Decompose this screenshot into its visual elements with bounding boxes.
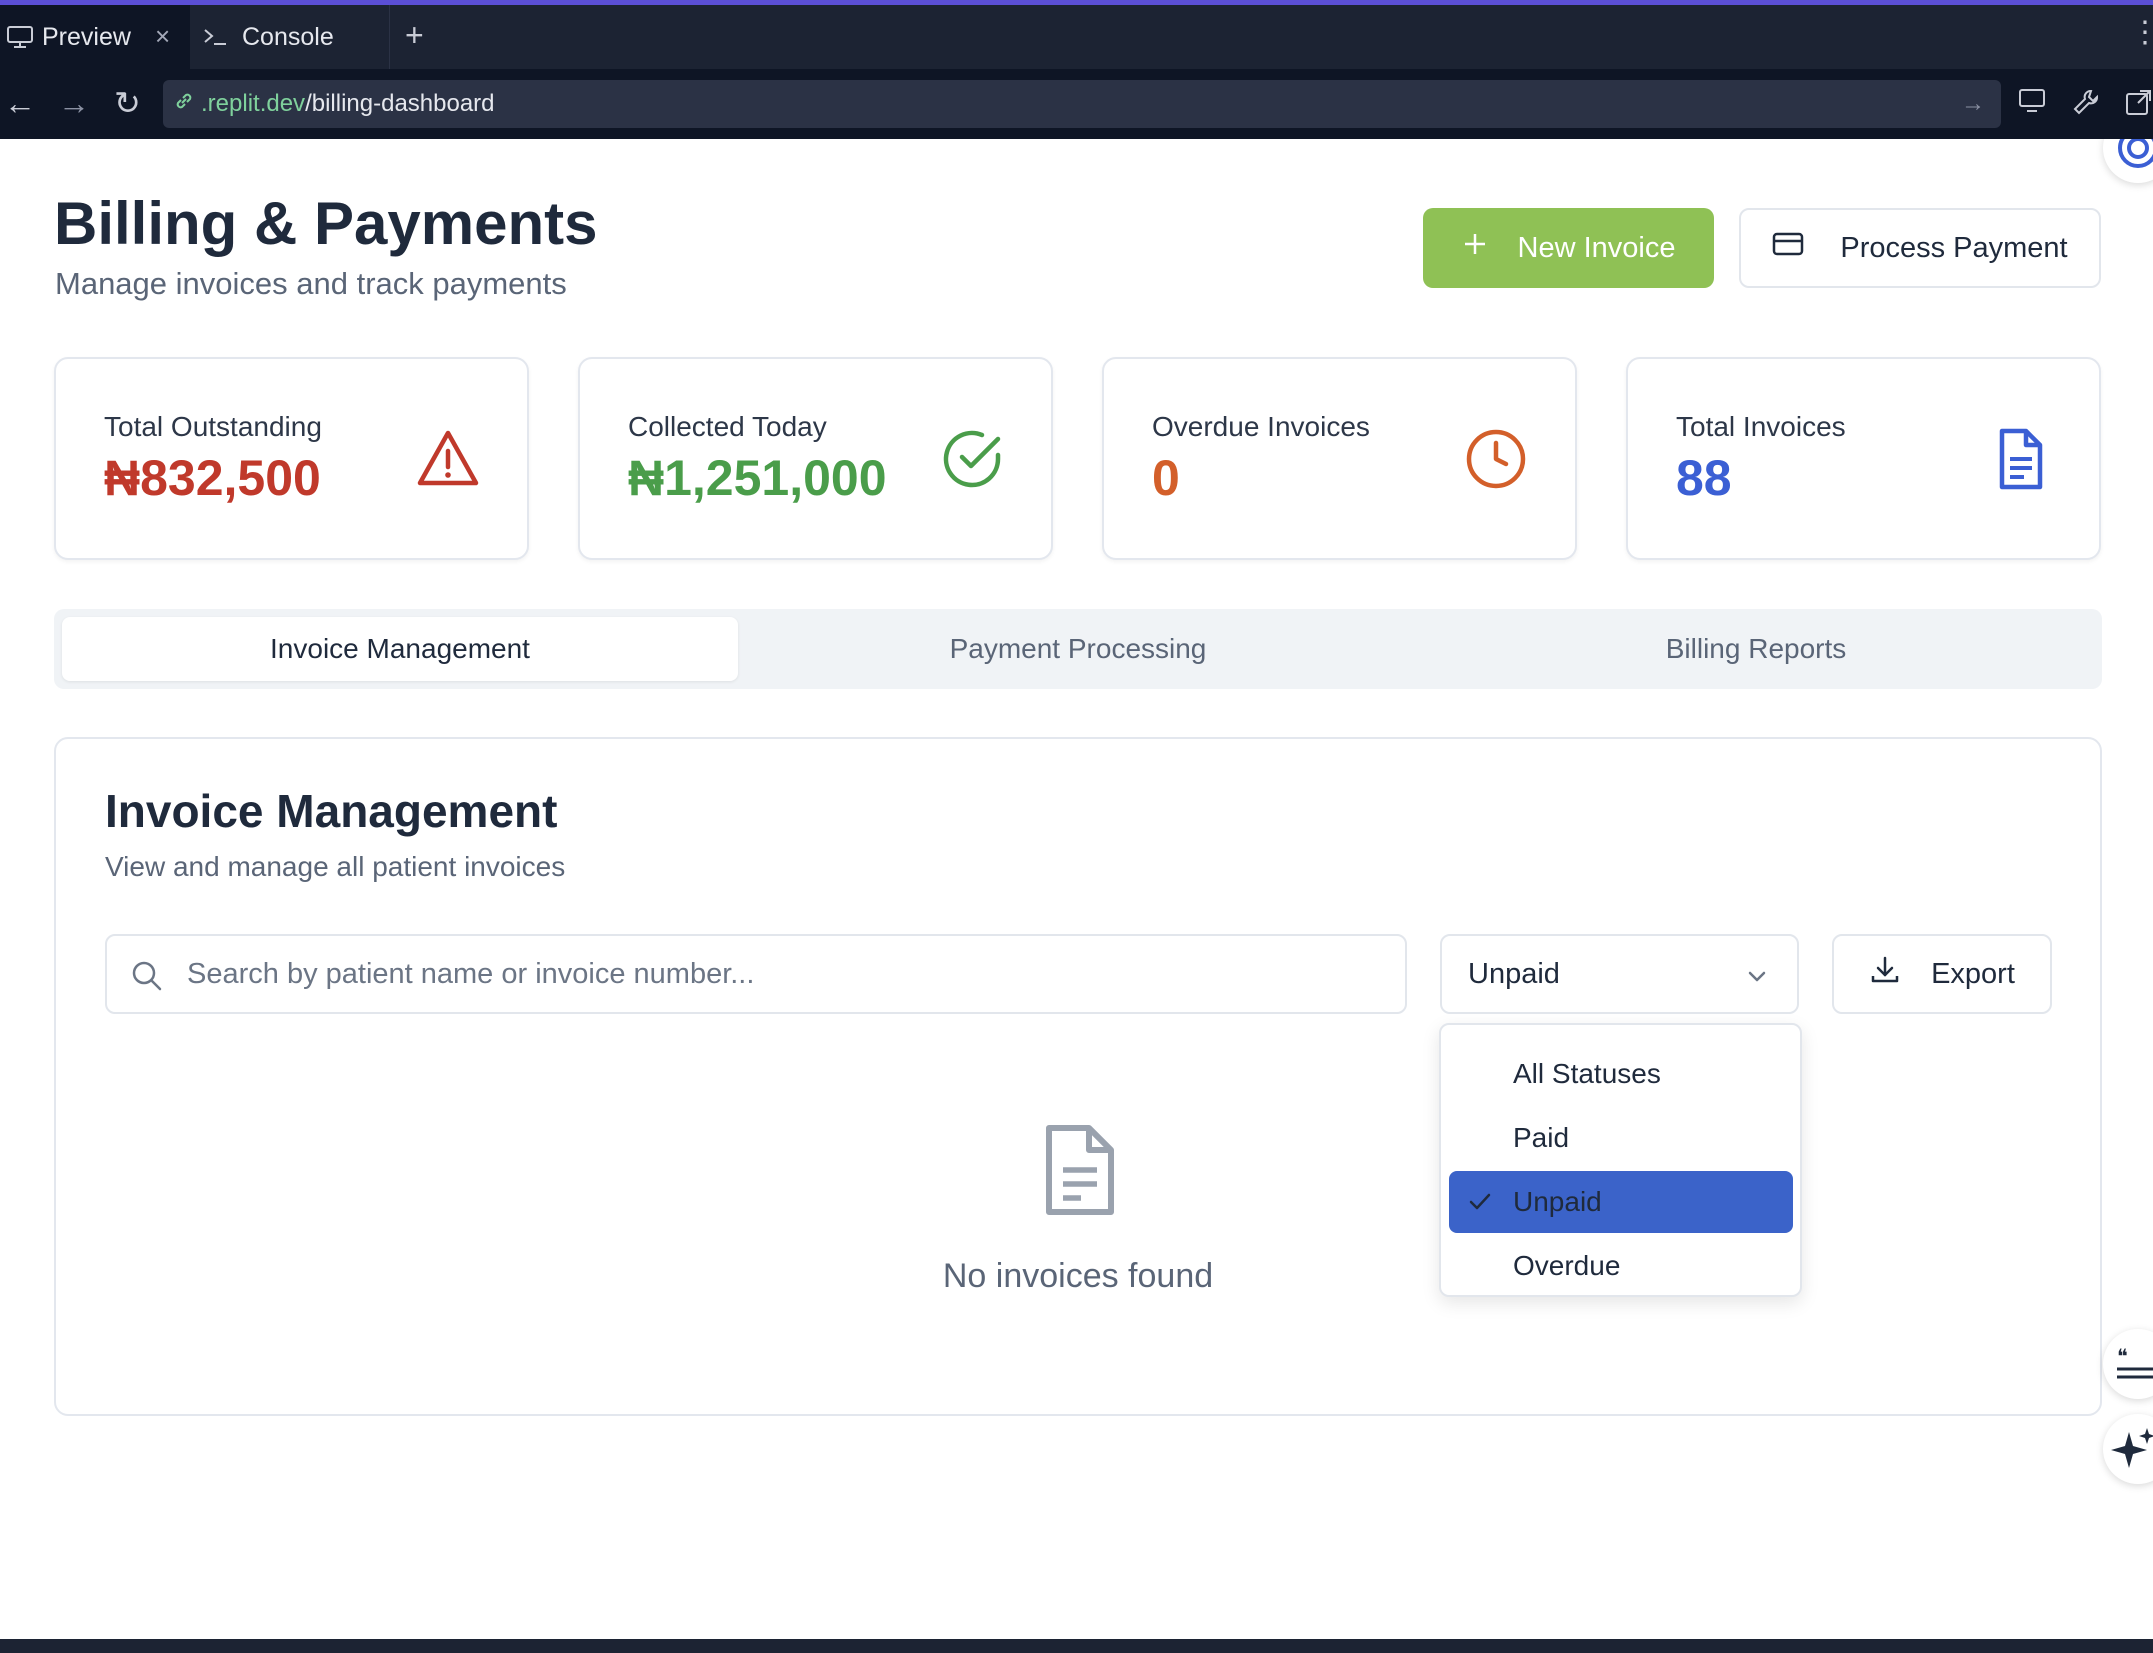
new-invoice-label: New Invoice [1517, 231, 1676, 264]
link-icon [173, 90, 195, 119]
page-title: Billing & Payments [54, 190, 598, 257]
url-path: /billing-dashboard [305, 90, 495, 117]
tab-bar: Preview × Console + ⋮ [0, 5, 2153, 69]
option-label: Paid [1513, 1122, 1570, 1153]
stat-card-total-invoices: Total Invoices 88 [1626, 357, 2101, 560]
stat-card-total-outstanding: Total Outstanding ₦832,500 [54, 357, 529, 560]
back-arrow-icon[interactable]: ← [4, 85, 36, 121]
status-option-overdue[interactable]: Overdue [1449, 1235, 1793, 1297]
empty-document-icon [1039, 1124, 1119, 1221]
tab-billing-reports[interactable]: Billing Reports [1418, 617, 2094, 681]
stat-label: Total Invoices [1676, 411, 1846, 442]
address-bar-row: ← → ↻ .replit.dev /billing-dashboard → [0, 69, 2153, 139]
check-circle-icon [940, 427, 1004, 491]
status-selected-value: Unpaid [1468, 957, 1560, 990]
search-input[interactable]: Search by patient name or invoice number… [105, 934, 1407, 1014]
check-icon [1467, 1189, 1493, 1222]
replit-agent-icon[interactable] [2103, 139, 2153, 183]
panel-subtitle: View and manage all patient invoices [105, 851, 566, 882]
status-dropdown-menu: All Statuses Paid Unpaid Overdue [1439, 1023, 1802, 1297]
stat-value: 0 [1152, 450, 1180, 506]
reload-icon[interactable]: ↻ [114, 85, 141, 121]
chevron-down-icon [1745, 964, 1769, 997]
add-tab-icon[interactable]: + [405, 17, 424, 54]
search-placeholder: Search by patient name or invoice number… [187, 957, 755, 990]
status-option-paid[interactable]: Paid [1449, 1107, 1793, 1169]
plus-icon [1462, 231, 1488, 265]
sparkle-icon[interactable] [2103, 1414, 2153, 1484]
close-tab-icon[interactable]: × [155, 21, 170, 52]
stat-label: Collected Today [628, 411, 827, 442]
window-bottom-bar [0, 1639, 2153, 1653]
process-payment-label: Process Payment [1840, 231, 2068, 264]
new-invoice-button[interactable]: New Invoice [1423, 208, 1714, 288]
option-label: Overdue [1513, 1250, 1621, 1281]
panel-title: Invoice Management [105, 785, 558, 837]
section-tabs: Invoice Management Payment Processing Bi… [54, 609, 2102, 689]
billing-page: Billing & Payments Manage invoices and t… [0, 139, 2153, 1639]
go-arrow-icon[interactable]: → [1961, 90, 1985, 118]
search-icon [131, 960, 163, 1000]
url-field[interactable]: .replit.dev /billing-dashboard → [163, 80, 2001, 128]
option-label: All Statuses [1513, 1058, 1661, 1089]
process-payment-button[interactable]: Process Payment [1739, 208, 2101, 288]
tab-preview-label: Preview [42, 22, 131, 51]
wrench-icon[interactable] [2071, 87, 2101, 122]
tab-console-label: Console [242, 22, 334, 51]
export-button[interactable]: Export [1832, 934, 2052, 1014]
clock-icon [1464, 427, 1528, 491]
status-option-all[interactable]: All Statuses [1449, 1043, 1793, 1105]
monitor-icon [0, 25, 42, 49]
credit-card-icon [1772, 231, 1804, 265]
stat-card-collected-today: Collected Today ₦1,251,000 [578, 357, 1053, 560]
tab-console[interactable]: Console [190, 5, 390, 69]
stat-value: ₦832,500 [104, 450, 321, 506]
open-external-icon[interactable] [2124, 87, 2153, 122]
quote-comment-icon[interactable]: ❝ [2103, 1329, 2153, 1399]
stat-card-overdue-invoices: Overdue Invoices 0 [1102, 357, 1577, 560]
stat-value: 88 [1676, 450, 1732, 506]
stat-label: Total Outstanding [104, 411, 322, 442]
export-label: Export [1931, 957, 2015, 990]
status-option-unpaid[interactable]: Unpaid [1449, 1171, 1793, 1233]
stat-label: Overdue Invoices [1152, 411, 1370, 442]
status-filter-select[interactable]: Unpaid [1440, 934, 1799, 1014]
document-icon [1988, 427, 2052, 491]
svg-text:❝: ❝ [2117, 1346, 2128, 1368]
alert-triangle-icon [416, 427, 480, 491]
stat-value: ₦1,251,000 [628, 450, 887, 506]
url-host: .replit.dev [201, 90, 306, 117]
tab-invoice-management[interactable]: Invoice Management [62, 617, 738, 681]
forward-arrow-icon[interactable]: → [58, 85, 90, 121]
terminal-icon [190, 25, 242, 49]
page-subtitle: Manage invoices and track payments [55, 266, 567, 301]
more-vertical-icon[interactable]: ⋮ [2130, 15, 2153, 50]
download-icon [1869, 954, 1901, 994]
tab-payment-processing[interactable]: Payment Processing [740, 617, 1416, 681]
devices-icon[interactable] [2018, 87, 2048, 120]
option-label: Unpaid [1513, 1186, 1602, 1217]
